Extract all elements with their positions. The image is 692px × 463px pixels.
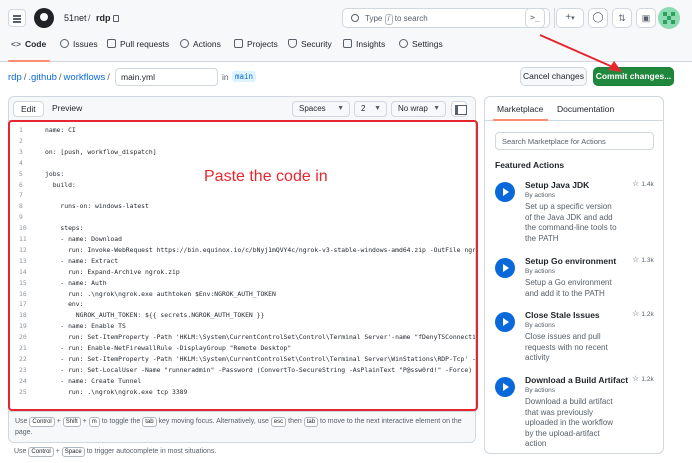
action-author: By actions xyxy=(525,192,555,199)
lock-icon xyxy=(113,15,119,22)
tab-security[interactable]: Security xyxy=(288,39,332,49)
autocomplete-hint: Use Control + Space to trigger autocompl… xyxy=(14,447,217,457)
repo-link[interactable]: rdp xyxy=(96,13,111,23)
action-logo-icon xyxy=(495,258,515,278)
search-hint: Type / to search xyxy=(365,14,428,25)
breadcrumb-separator: / xyxy=(88,13,91,23)
global-search[interactable]: Type / to search xyxy=(342,8,550,28)
star-count: ☆ 1.2k xyxy=(632,374,654,383)
search-shortcut-key: / xyxy=(384,14,393,25)
tab-edit[interactable]: Edit xyxy=(13,101,44,117)
tab-marketplace[interactable]: Marketplace xyxy=(497,104,543,114)
editor-help-text: Use Control + Shift + m to toggle the ta… xyxy=(9,411,475,442)
marketplace-tabs: Marketplace Documentation xyxy=(485,97,663,121)
action-description: Download a build artifact that was previ… xyxy=(525,397,614,448)
tab-issues[interactable]: Issues xyxy=(60,39,98,49)
github-logo-icon[interactable] xyxy=(34,8,54,28)
action-name[interactable]: Setup Go environment xyxy=(525,256,616,266)
marketplace-panel: Marketplace Documentation Search Marketp… xyxy=(484,96,664,454)
featured-actions-heading: Featured Actions xyxy=(495,160,565,170)
editor-toolbar: Edit Preview Spaces ▼ 2 ▼ No wrap ▼ xyxy=(9,97,475,121)
pull-request-tab-icon xyxy=(107,39,116,48)
wrap-mode-select[interactable]: No wrap ▼ xyxy=(391,101,446,117)
file-path-breadcrumb: rdp / .github / workflows / xyxy=(8,72,110,83)
marketplace-search-input[interactable]: Search Marketplace for Actions xyxy=(495,132,654,150)
owner-link[interactable]: 51net xyxy=(64,13,87,23)
tab-insights[interactable]: Insights xyxy=(343,39,385,49)
star-icon: ☆ xyxy=(632,309,640,318)
action-author: By actions xyxy=(525,322,555,329)
avatar[interactable] xyxy=(658,7,680,29)
branch-badge: main xyxy=(232,71,257,82)
star-icon: ☆ xyxy=(632,179,640,188)
action-description: Close issues and pull requests with no r… xyxy=(525,332,608,362)
menu-icon[interactable] xyxy=(8,9,26,27)
header-divider xyxy=(554,8,555,28)
tab-code[interactable]: <> Code xyxy=(11,39,46,49)
play-icon xyxy=(180,39,189,48)
action-logo-icon xyxy=(495,377,515,397)
active-tab-indicator xyxy=(8,60,50,62)
pull-requests-icon[interactable]: ⇅ xyxy=(612,8,632,28)
table-icon xyxy=(234,39,243,48)
star-count: ☆ 1.3k xyxy=(632,255,654,264)
action-author: By actions xyxy=(525,387,555,394)
chevron-down-icon: ▼ xyxy=(433,105,440,112)
indent-size-select[interactable]: 2 ▼ xyxy=(354,101,387,117)
issues-tab-icon xyxy=(60,39,69,48)
tab-actions[interactable]: Actions xyxy=(180,39,221,49)
action-description: Set up a specific version of the Java JD… xyxy=(525,202,617,243)
annotation-text: Paste the code in xyxy=(204,168,328,185)
action-logo-icon xyxy=(495,182,515,202)
star-count: ☆ 1.4k xyxy=(632,179,654,188)
annotation-highlight-box xyxy=(8,120,478,411)
star-icon: ☆ xyxy=(632,374,640,383)
issues-icon[interactable]: ◯ xyxy=(588,8,608,28)
path-github-link[interactable]: .github xyxy=(28,72,57,83)
gear-icon xyxy=(399,39,408,48)
tab-preview[interactable]: Preview xyxy=(45,101,89,117)
indent-mode-select[interactable]: Spaces ▼ xyxy=(292,101,350,117)
tab-pull-requests[interactable]: Pull requests xyxy=(107,39,169,49)
path-workflows-link[interactable]: workflows xyxy=(64,72,106,83)
action-author: By actions xyxy=(525,268,555,275)
shield-icon xyxy=(288,39,297,48)
annotation-arrow xyxy=(539,34,622,72)
create-new-button[interactable]: +▾ xyxy=(556,8,584,28)
filename-input[interactable]: main.yml xyxy=(115,68,218,86)
notifications-icon[interactable]: ▣ xyxy=(636,8,656,28)
action-name[interactable]: Close Stale Issues xyxy=(525,310,600,320)
path-repo-link[interactable]: rdp xyxy=(8,72,22,83)
tab-settings[interactable]: Settings xyxy=(399,39,443,49)
star-count: ☆ 1.2k xyxy=(632,309,654,318)
tab-projects[interactable]: Projects xyxy=(234,39,278,49)
command-palette-button[interactable]: >_ xyxy=(525,8,545,28)
graph-icon xyxy=(343,39,352,48)
search-icon xyxy=(351,14,359,22)
in-label: in xyxy=(222,72,229,82)
action-name[interactable]: Download a Build Artifact xyxy=(525,375,628,385)
active-tab-indicator xyxy=(493,119,548,121)
star-icon: ☆ xyxy=(632,255,640,264)
chevron-down-icon: ▼ xyxy=(337,105,344,112)
action-name[interactable]: Setup Java JDK xyxy=(525,180,589,190)
action-description: Setup a Go environment and add it to the… xyxy=(525,278,612,298)
sidebar-toggle-icon[interactable] xyxy=(451,101,467,117)
tab-documentation[interactable]: Documentation xyxy=(557,104,614,114)
chevron-down-icon: ▼ xyxy=(374,105,381,112)
action-logo-icon xyxy=(495,312,515,332)
